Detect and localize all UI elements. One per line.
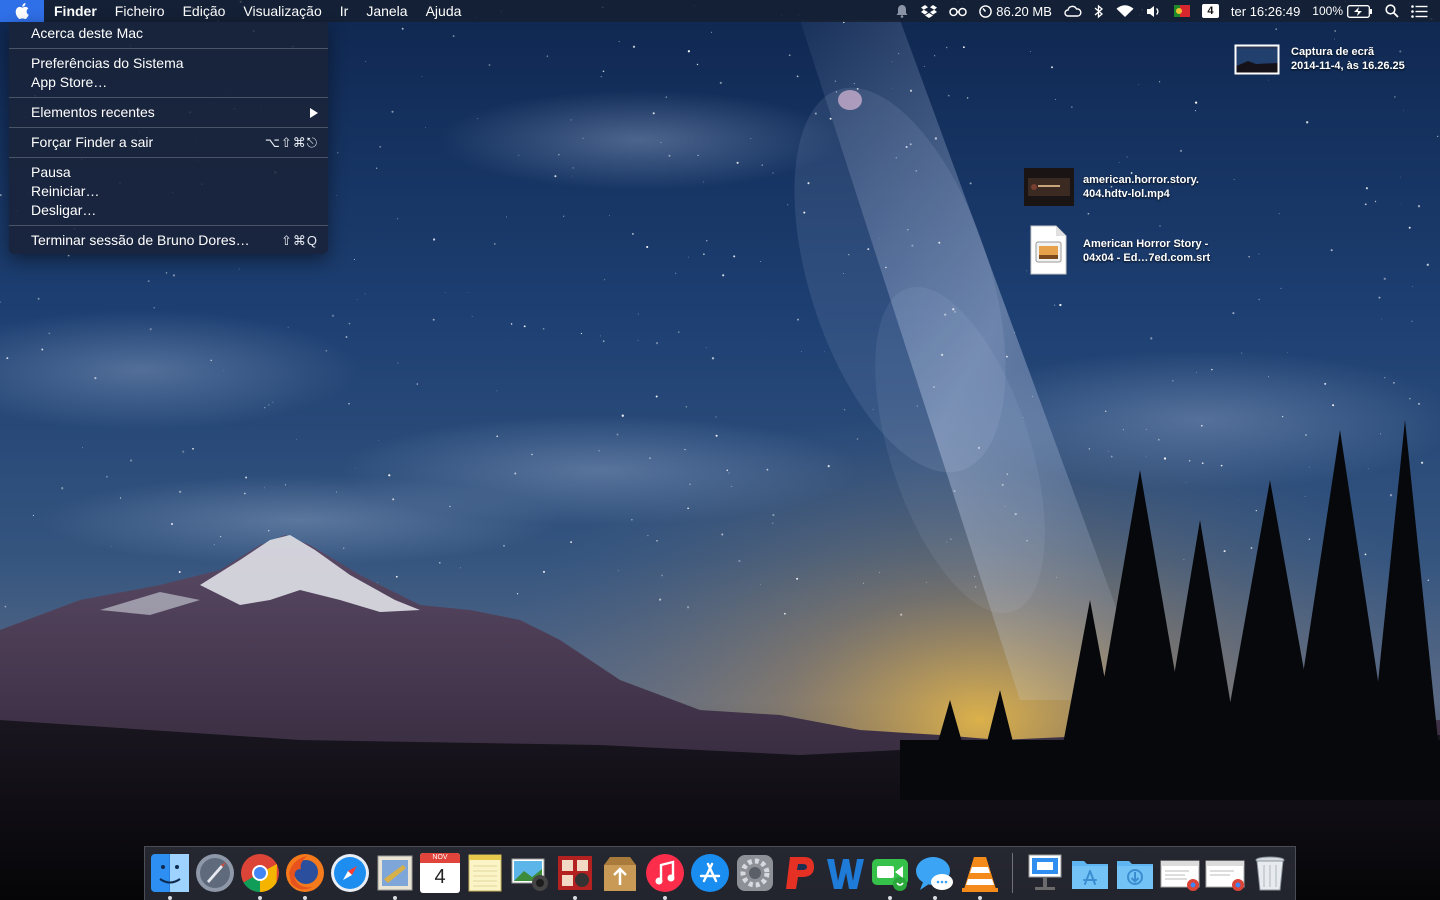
menu-separator [9, 48, 328, 49]
dock: NOV 4 [144, 846, 1296, 900]
notification-bell-icon[interactable] [889, 0, 915, 22]
calendar-month: NOV [420, 853, 460, 863]
desktop-item-subtitle[interactable]: American Horror Story - 04x04 - Ed…7ed.c… [1028, 225, 1228, 275]
logout-shortcut: ⇧⌘Q [280, 233, 318, 248]
input-source-flag-icon[interactable] [1168, 0, 1196, 22]
menu-separator [9, 225, 328, 226]
messages-icon[interactable] [915, 853, 955, 893]
downloads-folder-icon[interactable] [1115, 853, 1155, 893]
video-label-line2: 404.hdtv-lol.mp4 [1083, 188, 1170, 200]
menu-separator [9, 157, 328, 158]
subtitle-label-line2: 04x04 - Ed…7ed.com.srt [1083, 252, 1211, 264]
notification-count-badge[interactable]: 4 [1196, 0, 1225, 22]
running-indicator [978, 896, 982, 900]
battery-charging-icon [1347, 4, 1372, 18]
memory-value: 86.20 MB [996, 3, 1052, 19]
itunes-icon[interactable] [645, 853, 685, 893]
screenshot-label-line1: Captura de ecrã [1291, 46, 1375, 58]
polarr-icon[interactable] [780, 853, 820, 893]
calendar-day: 4 [434, 866, 446, 888]
spotlight-search-icon[interactable] [1379, 0, 1405, 22]
screenshot-thumbnail-icon [1234, 44, 1280, 75]
menu-edicao[interactable]: Edição [174, 0, 235, 22]
photo-booth-icon[interactable] [555, 853, 595, 893]
running-indicator [258, 896, 262, 900]
safari-icon[interactable] [330, 853, 370, 893]
vlc-icon[interactable] [960, 853, 1000, 893]
chrome-document-icon[interactable] [1160, 853, 1200, 893]
iphoto-icon[interactable] [510, 853, 550, 893]
dropbox-icon[interactable] [915, 0, 943, 22]
chrome-document-icon[interactable] [1205, 853, 1245, 893]
running-indicator [888, 896, 892, 900]
firefox-icon[interactable] [285, 853, 325, 893]
dock-separator [1012, 853, 1013, 893]
battery-percent: 100% [1312, 4, 1343, 18]
menu-visualizacao[interactable]: Visualização [234, 0, 330, 22]
running-indicator [573, 896, 577, 900]
menu-item-app-store[interactable]: App Store… [9, 73, 328, 92]
screenshot-label-line2: 2014-11-4, às 16.26.25 [1291, 60, 1405, 72]
document-file-icon [1030, 225, 1067, 275]
keynote-icon[interactable] [1025, 853, 1065, 893]
cloud-status-icon[interactable] [1058, 0, 1088, 22]
video-thumbnail-icon [1024, 168, 1074, 206]
running-indicator [303, 896, 307, 900]
running-indicator [663, 896, 667, 900]
menu-ir[interactable]: Ir [331, 0, 358, 22]
chrome-icon[interactable] [240, 853, 280, 893]
submenu-arrow-icon [310, 107, 318, 118]
bluetooth-icon[interactable] [1088, 0, 1110, 22]
menu-item-restart[interactable]: Reiniciar… [9, 182, 328, 201]
applications-folder-icon[interactable] [1070, 853, 1110, 893]
notes-icon[interactable] [465, 853, 505, 893]
notification-center-icon[interactable] [1405, 0, 1440, 22]
video-label-line1: american.horror.story. [1083, 174, 1199, 186]
glasses-icon[interactable] [943, 0, 973, 22]
apple-menu-button[interactable] [0, 0, 44, 22]
memory-monitor[interactable]: 86.20 MB [973, 0, 1058, 22]
word-icon[interactable] [825, 853, 865, 893]
trash-icon[interactable] [1250, 853, 1290, 893]
menu-item-about-mac[interactable]: Acerca deste Mac [9, 24, 328, 43]
menu-item-force-quit[interactable]: Forçar Finder a sair ⌥⇧⌘⎋ [9, 133, 328, 152]
desktop-item-screenshot[interactable]: Captura de ecrã 2014-11-4, às 16.26.25 [1234, 44, 1434, 80]
menu-item-sleep[interactable]: Pausa [9, 163, 328, 182]
wifi-icon[interactable] [1110, 0, 1140, 22]
running-indicator [393, 896, 397, 900]
menu-janela[interactable]: Janela [357, 0, 416, 22]
menu-separator [9, 127, 328, 128]
menu-item-system-preferences[interactable]: Preferências do Sistema [9, 54, 328, 73]
menu-item-shutdown[interactable]: Desligar… [9, 201, 328, 220]
apple-menu-dropdown: Acerca deste Mac Preferências do Sistema… [9, 22, 328, 254]
desktop-item-video[interactable]: american.horror.story. 404.hdtv-lol.mp4 [1024, 168, 1224, 208]
running-indicator [933, 896, 937, 900]
menu-finder[interactable]: Finder [44, 0, 106, 22]
mail-icon[interactable] [375, 853, 415, 893]
system-preferences-icon[interactable] [735, 853, 775, 893]
volume-icon[interactable] [1140, 0, 1168, 22]
finder-icon[interactable] [150, 853, 190, 893]
menu-separator [9, 97, 328, 98]
app-store-icon[interactable] [690, 853, 730, 893]
menu-item-logout[interactable]: Terminar sessão de Bruno Dores… ⇧⌘Q [9, 231, 328, 250]
gauge-icon [979, 4, 993, 18]
force-quit-shortcut: ⌥⇧⌘⎋ [264, 135, 318, 150]
menu-bar: Finder Ficheiro Edição Visualização Ir J… [0, 0, 1440, 22]
menubar-clock[interactable]: ter 16:26:49 [1225, 0, 1306, 22]
archive-utility-icon[interactable] [600, 853, 640, 893]
calendar-icon[interactable]: NOV 4 [420, 853, 460, 893]
apple-logo-icon [15, 3, 29, 19]
running-indicator [168, 896, 172, 900]
subtitle-label-line1: American Horror Story - [1083, 238, 1209, 250]
battery-status[interactable]: 100% [1306, 0, 1379, 22]
launchpad-icon[interactable] [195, 853, 235, 893]
menu-item-recent-items[interactable]: Elementos recentes [9, 103, 328, 122]
menu-ajuda[interactable]: Ajuda [417, 0, 471, 22]
facetime-icon[interactable] [870, 853, 910, 893]
menu-ficheiro[interactable]: Ficheiro [106, 0, 174, 22]
